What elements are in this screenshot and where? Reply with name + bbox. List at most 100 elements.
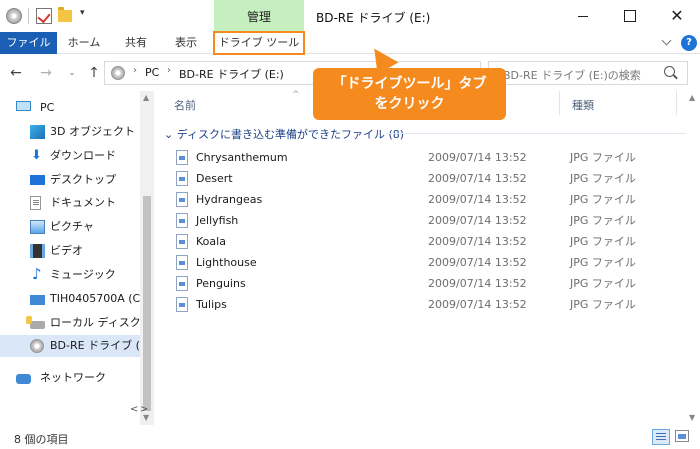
jpg-file-icon xyxy=(176,213,188,228)
file-row[interactable]: Jellyfish 2009/07/14 13:52 JPG ファイル xyxy=(174,210,636,231)
nav-item-label: デスクトップ xyxy=(50,173,116,186)
manage-context-tab: 管理 xyxy=(214,0,304,32)
status-bar: 8 個の項目 xyxy=(0,425,700,449)
nav-item-label: ローカル ディスク (D xyxy=(50,316,140,329)
pc-icon xyxy=(16,101,31,111)
column-header-type[interactable]: 種類 xyxy=(572,97,594,113)
quick-access-dropdown-icon[interactable]: ▾ xyxy=(80,8,96,24)
nav-item-documents[interactable]: ドキュメント xyxy=(0,192,140,214)
new-folder-icon[interactable] xyxy=(58,7,72,22)
file-row[interactable]: Tulips 2009/07/14 13:52 JPG ファイル xyxy=(174,294,636,315)
jpg-file-icon xyxy=(176,234,188,249)
file-type: JPG ファイル xyxy=(570,193,636,206)
up-button[interactable]: ↑ xyxy=(86,65,102,81)
nav-item-music[interactable]: ミュージック xyxy=(0,264,140,286)
recent-locations-icon[interactable]: ⌄ xyxy=(64,65,80,81)
nav-item-label: 3D オブジェクト xyxy=(50,125,135,138)
nav-item-label: PC xyxy=(40,101,55,114)
nav-item-label: ビデオ xyxy=(50,244,83,257)
navpane-scrollbar[interactable]: ▲ ▼ xyxy=(140,91,154,425)
pictures-icon xyxy=(30,220,45,234)
toolbar-divider xyxy=(28,8,29,24)
large-icons-view-icon[interactable] xyxy=(675,430,689,442)
back-button[interactable]: ← xyxy=(8,65,24,81)
file-row[interactable]: Desert 2009/07/14 13:52 JPG ファイル xyxy=(174,168,636,189)
nav-item-desktop[interactable]: デスクトップ xyxy=(0,169,140,191)
breadcrumb-drive[interactable]: BD-RE ドライブ (E:) xyxy=(179,66,284,82)
nav-item-downloads[interactable]: ダウンロード xyxy=(0,145,140,167)
videos-icon xyxy=(30,244,45,258)
file-type: JPG ファイル xyxy=(570,214,636,227)
nav-item-pictures[interactable]: ピクチャ xyxy=(0,216,140,238)
nav-item-network[interactable]: ネットワーク xyxy=(0,367,140,389)
cd-drive-icon[interactable] xyxy=(6,8,22,24)
file-type: JPG ファイル xyxy=(570,256,636,269)
file-date: 2009/07/14 13:52 xyxy=(428,151,527,164)
title-bar: ▾ 管理 BD-RE ドライブ (E:) ✕ xyxy=(0,0,700,32)
jpg-file-icon xyxy=(176,171,188,186)
bd-drive-icon xyxy=(30,339,44,353)
nav-item-label: ミュージック xyxy=(50,268,116,281)
callout-line: 「ドライブツール」タブ xyxy=(332,76,487,92)
nav-item-system-drive[interactable]: TIH0405700A (C: xyxy=(0,288,140,310)
breadcrumb-pc[interactable]: PC xyxy=(145,66,159,79)
properties-icon[interactable] xyxy=(36,8,52,24)
search-input[interactable]: BD-RE ドライブ (E:)の検索 xyxy=(488,61,688,85)
help-icon[interactable]: ? xyxy=(681,35,697,51)
nav-item-label: ピクチャ xyxy=(50,220,94,233)
tab-share[interactable]: 共有 xyxy=(116,32,156,54)
maximize-button[interactable] xyxy=(607,0,653,32)
item-count: 8 個の項目 xyxy=(14,433,69,446)
breadcrumb-separator[interactable]: › xyxy=(167,65,171,76)
column-divider[interactable] xyxy=(676,91,677,115)
nav-item-label: ダウンロード xyxy=(50,149,116,162)
nav-item-label: ネットワーク xyxy=(40,371,106,384)
file-name: Tulips xyxy=(196,298,227,311)
group-header[interactable]: ⌄ ディスクに書き込む準備ができたファイル (8) xyxy=(164,126,404,142)
tab-home[interactable]: ホーム xyxy=(64,32,104,54)
content-scrollbar[interactable]: ▲ ▼ xyxy=(686,91,700,425)
search-icon[interactable] xyxy=(664,66,675,77)
jpg-file-icon xyxy=(176,192,188,207)
nav-item-local-disk[interactable]: ローカル ディスク (D xyxy=(0,312,140,334)
scroll-left-icon[interactable]: < xyxy=(130,404,138,415)
scroll-up-icon[interactable]: ▲ xyxy=(689,93,695,102)
file-row[interactable]: Hydrangeas 2009/07/14 13:52 JPG ファイル xyxy=(174,189,636,210)
forward-button[interactable]: → xyxy=(38,65,54,81)
file-row[interactable]: Chrysanthemum 2009/07/14 13:52 JPG ファイル xyxy=(174,147,636,168)
nav-item-3d-objects[interactable]: 3D オブジェクト xyxy=(0,121,140,143)
cd-drive-icon xyxy=(111,66,125,80)
details-view-icon[interactable] xyxy=(652,429,670,445)
column-divider[interactable] xyxy=(559,91,560,115)
chevron-down-icon[interactable] xyxy=(662,37,672,47)
file-row[interactable]: Koala 2009/07/14 13:52 JPG ファイル xyxy=(174,231,636,252)
jpg-file-icon xyxy=(176,276,188,291)
system-drive-icon xyxy=(30,295,45,305)
file-date: 2009/07/14 13:52 xyxy=(428,277,527,290)
file-name: Penguins xyxy=(196,277,246,290)
file-name: Chrysanthemum xyxy=(196,151,288,164)
scroll-right-icon[interactable]: > xyxy=(140,404,148,415)
tab-drive-tools[interactable]: ドライブ ツール xyxy=(213,31,305,55)
tab-view[interactable]: 表示 xyxy=(166,32,206,54)
scrollbar-thumb[interactable] xyxy=(143,196,151,411)
file-date: 2009/07/14 13:52 xyxy=(428,193,527,206)
navigation-pane: PC 3D オブジェクト ダウンロード デスクトップ ドキュメント ピクチャ ビ… xyxy=(0,91,154,425)
group-divider xyxy=(386,133,696,134)
scroll-down-icon[interactable]: ▼ xyxy=(689,413,695,422)
tab-file[interactable]: ファイル xyxy=(0,32,57,54)
breadcrumb-separator[interactable]: › xyxy=(133,65,137,76)
minimize-button[interactable] xyxy=(560,0,606,32)
column-header-name[interactable]: 名前 xyxy=(174,97,196,113)
file-date: 2009/07/14 13:52 xyxy=(428,214,527,227)
file-name: Desert xyxy=(196,172,233,185)
nav-item-pc[interactable]: PC xyxy=(0,97,140,119)
window-title: BD-RE ドライブ (E:) xyxy=(316,11,431,25)
nav-item-bd-drive[interactable]: BD-RE ドライブ (E: xyxy=(0,335,140,357)
close-button[interactable]: ✕ xyxy=(654,0,700,32)
file-row[interactable]: Penguins 2009/07/14 13:52 JPG ファイル xyxy=(174,273,636,294)
scroll-up-icon[interactable]: ▲ xyxy=(143,93,149,102)
nav-item-videos[interactable]: ビデオ xyxy=(0,240,140,262)
file-row[interactable]: Lighthouse 2009/07/14 13:52 JPG ファイル xyxy=(174,252,636,273)
file-type: JPG ファイル xyxy=(570,172,636,185)
